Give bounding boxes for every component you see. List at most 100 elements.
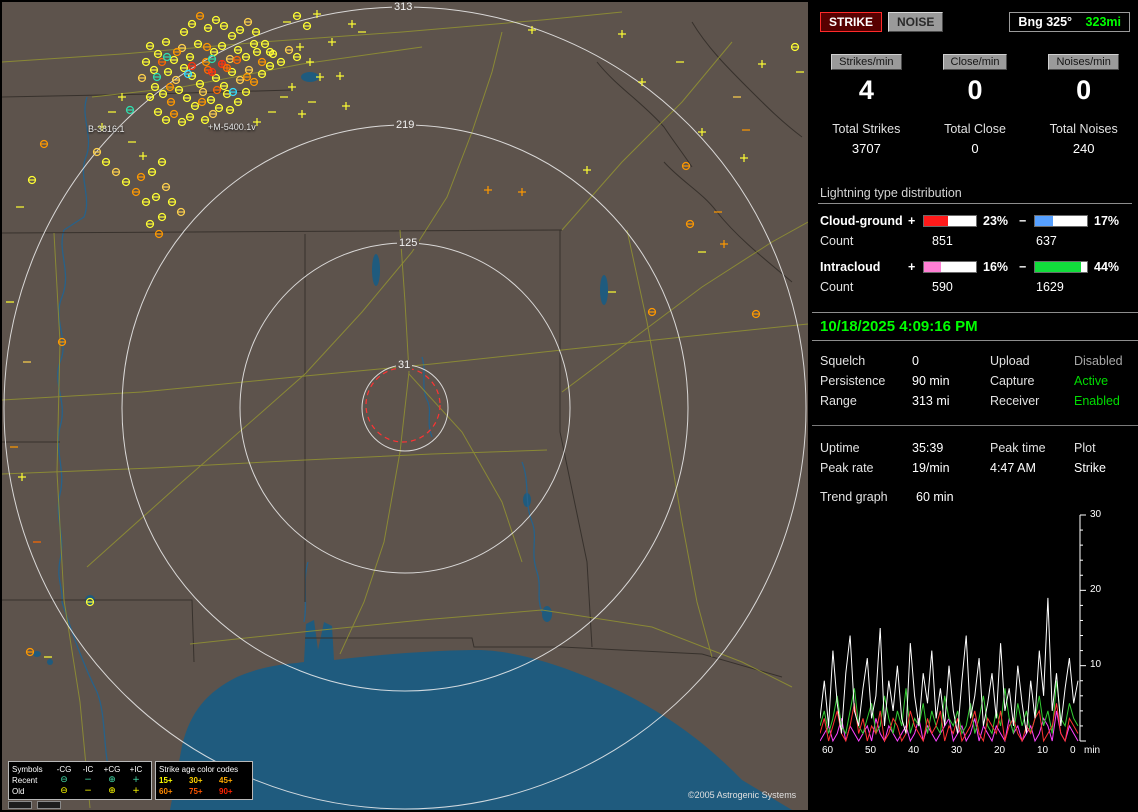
settings-row-range: Range 313 mi Receiver Enabled: [820, 391, 1130, 411]
cloud-ground-counts: Count 851 637: [812, 230, 1138, 258]
noises-per-min: Noises/min 0: [1029, 54, 1138, 106]
minus-sign: −: [1019, 260, 1027, 274]
ic-pos-pct: 16%: [983, 260, 1009, 274]
strike-layer: [6, 10, 804, 658]
close-per-min-value: 0: [967, 75, 983, 105]
cg-pos-bar: [923, 215, 977, 227]
settings-row-persistence: Persistence 90 min Capture Active: [820, 371, 1130, 391]
x-tick-20: 20: [994, 745, 1006, 756]
count-label: Count: [820, 280, 854, 294]
cg-neg-bar: [1034, 215, 1088, 227]
persistence-label: Persistence: [820, 374, 886, 388]
storm-cell-label: B-3816.1: [88, 124, 125, 134]
total-strikes-label: Total Strikes: [832, 122, 901, 136]
x-tick-40: 40: [908, 745, 920, 756]
minus-sign: −: [1019, 214, 1027, 228]
peak-time-value: 4:47 AM: [990, 461, 1036, 475]
bearing-distance: 323mi: [1085, 15, 1121, 29]
trend-graph-row: Trend graph 60 min: [820, 478, 1130, 506]
age-legend: Strike age color codes 15+ 30+ 45+ 60+ 7…: [155, 761, 253, 800]
col-pos-ic: +IC: [129, 765, 143, 774]
ic-neg-pct: 44%: [1094, 260, 1120, 274]
age-75: 75+: [189, 787, 203, 796]
age-30: 30+: [189, 776, 203, 785]
receiver-label: Receiver: [990, 394, 1040, 408]
total-noises-value: 240: [1072, 141, 1095, 156]
cg-neg-pct: 17%: [1094, 214, 1120, 228]
total-close-label: Total Close: [944, 122, 1006, 136]
total-close-value: 0: [971, 141, 979, 156]
plus-sign: +: [908, 214, 916, 228]
old-pos-cg-icon: ⊕: [108, 786, 116, 796]
recent-row-label: Recent: [12, 776, 38, 785]
strikes-per-min: Strikes/min 4: [812, 54, 921, 106]
datetime-display: 10/18/2025 4:09:16 PM: [812, 312, 1138, 341]
squelch-label: Squelch: [820, 354, 866, 368]
map-legend: Symbols -CG -IC +CG +IC Recent ⊖ − ⊕ + O…: [8, 761, 253, 800]
x-tick-50: 50: [865, 745, 877, 756]
stub-box: [37, 801, 61, 809]
total-strikes-value: 3707: [851, 141, 881, 156]
total-close: Total Close 0: [921, 122, 1030, 156]
ic-pos-bar: [923, 261, 977, 273]
cg-neg-count: 637: [1036, 234, 1057, 248]
cg-pos-count: 851: [932, 234, 953, 248]
noise-alarm-button[interactable]: NOISE: [888, 12, 944, 32]
old-neg-cg-icon: ⊖: [60, 786, 68, 796]
window-stubs: [8, 801, 61, 809]
strike-alarm-button[interactable]: STRIKE: [820, 12, 883, 32]
col-neg-ic: -IC: [82, 765, 94, 774]
intracloud-counts: Count 590 1629: [812, 276, 1138, 304]
x-tick-30: 30: [951, 745, 963, 756]
symbol-legend: Symbols -CG -IC +CG +IC Recent ⊖ − ⊕ + O…: [8, 761, 152, 800]
persistence-value: 90 min: [912, 374, 950, 388]
old-row-label: Old: [12, 787, 25, 796]
uptime-label: Uptime: [820, 441, 860, 455]
copyright-text: ©2005 Astrogenic Systems: [688, 790, 797, 800]
cg-pos-pct: 23%: [983, 214, 1009, 228]
receiver-value: Enabled: [1074, 394, 1120, 408]
peak-rate-label: Peak rate: [820, 461, 874, 475]
intracloud-label: Intracloud: [820, 260, 881, 274]
col-pos-cg: +CG: [103, 765, 121, 774]
total-strikes: Total Strikes 3707: [812, 122, 921, 156]
y-tick-30: 30: [1090, 509, 1102, 520]
recent-neg-cg-icon: ⊖: [60, 775, 68, 785]
bearing-readout: Bng 325° 323mi: [1009, 12, 1130, 32]
noises-per-min-value: 0: [1076, 75, 1092, 105]
intracloud-row: Intracloud + 16% − 44%: [812, 258, 1138, 276]
stats-section: Uptime 35:39 Peak time Plot Peak rate 19…: [812, 425, 1138, 506]
total-noises-label: Total Noises: [1049, 122, 1118, 136]
cloud-ground-label: Cloud-ground: [820, 214, 903, 228]
stats-row-1: Uptime 35:39 Peak time Plot: [820, 438, 1130, 458]
strikes-per-min-label: Strikes/min: [831, 54, 902, 70]
distribution-header: Lightning type distribution: [818, 186, 1132, 204]
strikes-per-min-value: 4: [858, 75, 874, 105]
trend-graph-label: Trend graph: [820, 490, 888, 504]
recent-neg-ic-icon: −: [84, 775, 92, 785]
total-noises: Total Noises 240: [1029, 122, 1138, 156]
trend-graph-plot: [820, 514, 1086, 743]
nexstorm-window: 313 219 125 31 Symbols -CG -IC +CG +IC R…: [0, 0, 1138, 812]
storm-cell-label: +M-5400.1v: [208, 122, 256, 132]
count-label: Count: [820, 234, 854, 248]
cloud-ground-row: Cloud-ground + 23% − 17%: [812, 212, 1138, 230]
x-tick-60: 60: [822, 745, 834, 756]
totals-row: Total Strikes 3707 Total Close 0 Total N…: [812, 122, 1138, 156]
settings-row-squelch: Squelch 0 Upload Disabled: [820, 351, 1130, 371]
upload-label: Upload: [990, 354, 1030, 368]
recent-pos-ic-icon: +: [132, 775, 140, 785]
old-neg-ic-icon: −: [84, 786, 92, 796]
trend-graph: 30 20 10 60 50 40 30 20 10 0 min: [820, 509, 1132, 764]
ring-label-31: 31: [396, 359, 413, 371]
bearing-label: Bng 325°: [1018, 15, 1073, 29]
peak-time-label: Peak time: [990, 441, 1046, 455]
peak-rate-value: 19/min: [912, 461, 950, 475]
uptime-value: 35:39: [912, 441, 944, 455]
y-tick-20: 20: [1090, 584, 1102, 595]
range-value: 313 mi: [912, 394, 950, 408]
x-tick-0: 0: [1070, 745, 1076, 756]
lightning-map[interactable]: 313 219 125 31 Symbols -CG -IC +CG +IC R…: [2, 2, 808, 810]
y-tick-10: 10: [1090, 659, 1102, 670]
stub-box: [8, 801, 32, 809]
